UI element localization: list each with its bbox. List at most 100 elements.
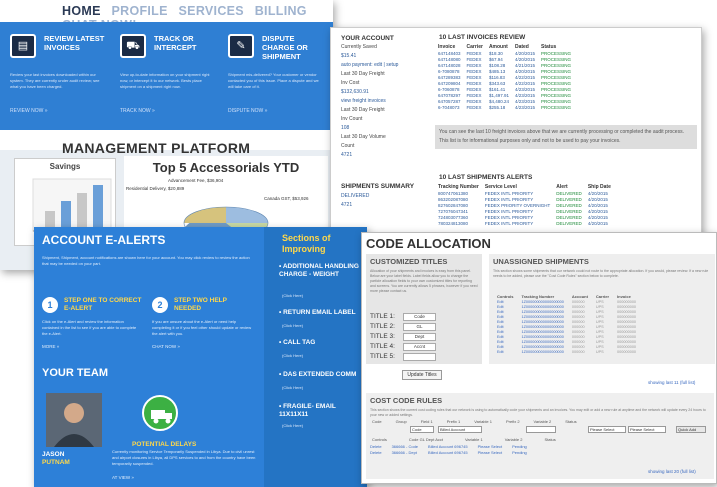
rule-row[interactable]: Delete 366666 - Dept Billed Account 696745…: [370, 449, 537, 455]
title-4-input[interactable]: Accnt: [403, 343, 436, 351]
quick-add-button[interactable]: Quick Add: [676, 426, 706, 433]
invoice-cell: 4/23/2015: [514, 98, 535, 104]
invoice-row[interactable]: 647289383 FEDEX $116.83 4/22/2015 PROCESSING: [435, 74, 574, 80]
summary-label: DELIVERED: [341, 193, 370, 199]
unassigned-row[interactable]: Edit 1Z000000000000000000 000000 UPS 0000000…: [493, 349, 640, 354]
sidebar-item-das[interactable]: • DAS EXTENDED COMM: [279, 371, 363, 379]
invoice-cell: PROCESSING: [541, 80, 572, 86]
sidebar-item-return-label[interactable]: • RETURN EMAIL LABEL: [279, 309, 363, 317]
title-1-input[interactable]: Code: [403, 313, 436, 321]
invoice-cell: PROCESSING: [541, 86, 572, 92]
invoice-row[interactable]: 6-7048073 FEDEX $255.18 4/23/2015 PROCESSING: [435, 104, 574, 110]
alert-row[interactable]: 780324813080 FEDEX INTL PRIORITY DELIVERED…: [435, 220, 614, 226]
person-icon: [46, 393, 102, 447]
click-here-link[interactable]: (Click Here): [282, 385, 303, 390]
dispute-now-link[interactable]: DISPUTE NOW »: [228, 108, 267, 114]
title-3-input[interactable]: Dept: [403, 333, 436, 341]
rule-cell[interactable]: Delete: [370, 449, 392, 455]
invoice-row[interactable]: 647148028 FEDEX $108.28 4/21/2015 PROCESSING: [435, 62, 574, 68]
alert-row[interactable]: 727076047341 FEDEX INTL PRIORITY DELIVERED…: [435, 208, 614, 214]
alert-cell[interactable]: 780324813080: [435, 220, 482, 226]
invoice-row[interactable]: 6-7080878 FEDEX $485.13 4/20/2015 PROCESSING: [435, 68, 574, 74]
invoice-row[interactable]: 6-7060878 FEDEX $161.41 4/23/2015 PROCESSING: [435, 86, 574, 92]
invoice-cell: 4/20/2015: [514, 68, 535, 74]
view-invoices-link[interactable]: view freight invoices: [341, 97, 431, 106]
nav-profile[interactable]: PROFILE: [111, 4, 167, 18]
invoice-cell[interactable]: 647148080: [435, 56, 464, 62]
col-header: Status: [544, 437, 556, 442]
title-label: TITLE 3:: [370, 333, 395, 340]
sidebar-item-call-tag[interactable]: • CALL TAG: [279, 339, 363, 347]
team-member-photo: [46, 393, 102, 447]
nav-services[interactable]: SERVICES: [179, 4, 244, 18]
customized-titles-text: Allocation of your shipments and invoice…: [370, 269, 478, 293]
main-nav: HOME PROFILE SERVICES BILLING CHAT NOW!: [0, 0, 333, 32]
col-header: Variable 2: [533, 419, 552, 424]
click-here-link[interactable]: (Click Here): [282, 353, 303, 358]
step-one-more-link[interactable]: MORE »: [42, 344, 59, 350]
rules-showing-link[interactable]: showing last 20 (full list): [648, 469, 696, 474]
sidebar-item-fragile[interactable]: • FRAGILE- EMAIL 11X11X11: [279, 403, 363, 419]
step-one-title: STEP ONE TO CORRECT E-ALERT: [64, 297, 142, 312]
invoice-cell[interactable]: 6-7080878: [435, 68, 464, 74]
nav-home[interactable]: HOME: [62, 4, 101, 18]
code-select[interactable]: Code: [410, 426, 434, 433]
alert-row[interactable]: 863202087080 FEDEX INTL PRIORITY DELIVERED…: [435, 196, 614, 202]
invoice-cell[interactable]: 647148403: [435, 50, 464, 56]
unassigned-cell: UPS: [595, 349, 604, 354]
alert-row[interactable]: 827602847080 FEDEX PRIORITY OVERNIGHT DELI…: [435, 202, 614, 208]
platform-title: MANAGEMENT PLATFORM: [62, 140, 251, 156]
alert-row[interactable]: 724803077360 FEDEX INTL PRIORITY DELIVERED…: [435, 214, 614, 220]
invoice-cell: PROCESSING: [541, 104, 572, 110]
e-alerts-title: ACCOUNT E-ALERTS: [42, 233, 166, 247]
alert-cell: FEDEX PRIORITY OVERNIGHT: [484, 202, 551, 208]
invoice-cell: 4/22/2015: [514, 74, 535, 80]
title-2-input[interactable]: GL: [403, 323, 436, 331]
track-now-link[interactable]: TRACK NOW »: [120, 108, 155, 114]
update-titles-button[interactable]: Update Titles: [402, 370, 442, 380]
unassigned-cell: 1Z000000000000000000: [521, 304, 564, 309]
variable-2-select[interactable]: Please Select: [628, 426, 666, 433]
rule-row[interactable]: Delete 366666 - Code Billed Account 696745…: [370, 443, 537, 449]
invoice-cell[interactable]: 647289383: [435, 74, 464, 80]
unassigned-cell: 000000000: [617, 339, 637, 344]
unassigned-cell: 1Z000000000000000000: [521, 299, 564, 304]
sidebar-item-handling[interactable]: • ADDITIONAL HANDLING CHARGE - WEIGHT: [279, 263, 363, 279]
invoice-cell[interactable]: 647057287: [435, 98, 464, 104]
invoice-cell[interactable]: 647078297: [435, 92, 464, 98]
potential-delays-text: Currently monitoring Service Temporarily…: [112, 449, 256, 466]
unassigned-table: Controls Tracking Number Account Carrier…: [493, 294, 640, 354]
title-5-input[interactable]: [403, 353, 436, 361]
unassigned-cell[interactable]: Edit: [493, 349, 517, 354]
invoice-cell: $4,480.24: [488, 98, 509, 104]
field-select[interactable]: Billed Account: [438, 426, 482, 433]
click-here-link[interactable]: (Click Here): [282, 293, 303, 298]
view-delays-link[interactable]: AT VIEW »: [112, 475, 134, 481]
alerts-table: Tracking Number Service Level Alert Ship…: [435, 184, 614, 226]
invoice-cell[interactable]: 6-7060878: [435, 86, 464, 92]
showing-last-link[interactable]: showing last 11 (full list): [648, 380, 695, 385]
auto-payment-link[interactable]: auto payment: edit | setup: [341, 61, 431, 70]
unassigned-cell: 000000000: [617, 329, 637, 334]
invoice-row[interactable]: 647078297 FEDEX $1,497.91 4/23/2015 PROCESSI…: [435, 92, 574, 98]
invoice-row[interactable]: 647209804 FEDEX $343.63 4/22/2015 PROCESSING: [435, 80, 574, 86]
chat-now-link[interactable]: CHAT NOW »: [152, 344, 180, 350]
invoice-cell[interactable]: 647209804: [435, 80, 464, 86]
alerts-title: 10 LAST SHIPMENTS ALERTS: [439, 174, 533, 181]
invoices-title: 10 LAST INVOICES REVIEW: [439, 34, 526, 41]
invoice-cell[interactable]: 6-7048073: [435, 104, 464, 110]
nav-billing[interactable]: BILLING: [255, 4, 307, 18]
alert-row[interactable]: 800747061380 FEDEX INTL PRIORITY DELIVERED…: [435, 190, 614, 196]
invoice-cell: PROCESSING: [541, 68, 572, 74]
review-now-link[interactable]: REVIEW NOW »: [10, 108, 48, 114]
title-label: TITLE 1:: [370, 313, 395, 320]
invoice-row[interactable]: 647057287 FEDEX $4,480.24 4/23/2015 PROCESSI…: [435, 98, 574, 104]
click-here-link[interactable]: (Click Here): [282, 423, 303, 428]
variable-1-select[interactable]: Please Select: [588, 426, 626, 433]
invoice-cell: PROCESSING: [541, 92, 572, 98]
prefix-input[interactable]: [526, 426, 556, 433]
invoice-cell[interactable]: 647148028: [435, 62, 464, 68]
feature-title: TRACK OR INTERCEPT: [154, 34, 197, 52]
unassigned-cell: 1Z000000000000000000: [521, 339, 564, 344]
click-here-link[interactable]: (Click Here): [282, 323, 303, 328]
